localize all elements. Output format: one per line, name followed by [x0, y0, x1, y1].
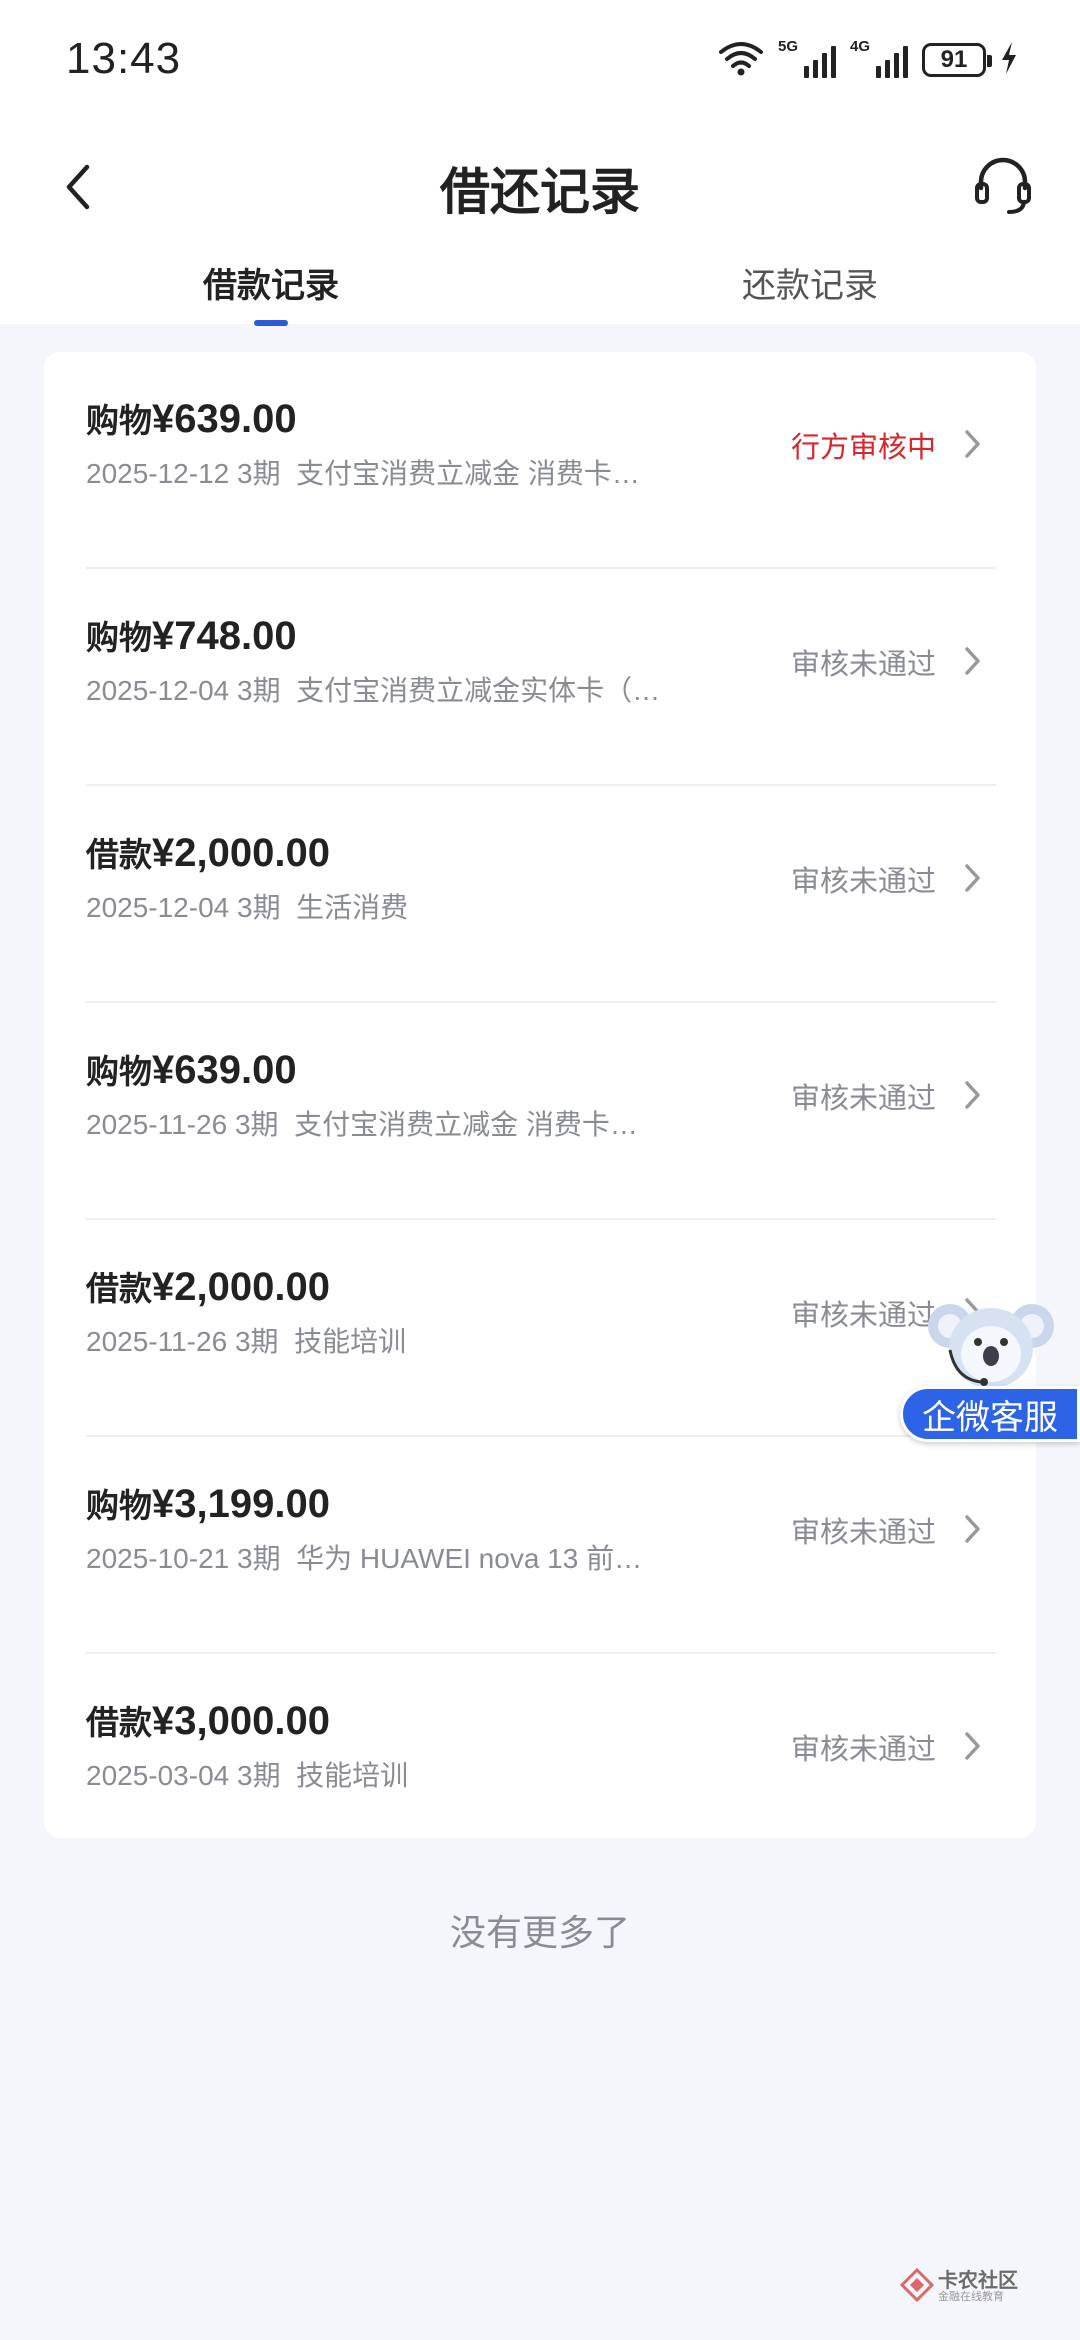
- record-amount: 购物¥639.00: [86, 1045, 297, 1093]
- record-date: 2025-11-26: [86, 1326, 228, 1357]
- record-amount: 购物¥748.00: [86, 611, 297, 659]
- record-value: ¥3,199.00: [152, 1482, 330, 1526]
- record-term: 3期: [237, 675, 281, 706]
- record-date: 2025-10-21: [86, 1543, 230, 1574]
- floating-service-widget[interactable]: 企微客服: [900, 1290, 1080, 1442]
- record-row[interactable]: 借款¥2,000.00 2025-12-04 3期 生活消费 审核未通过: [86, 786, 996, 1003]
- record-amount: 购物¥3,199.00: [86, 1479, 330, 1527]
- record-date: 2025-11-26: [86, 1109, 228, 1140]
- chevron-right-icon: [960, 641, 984, 681]
- record-amount: 借款¥2,000.00: [86, 828, 330, 876]
- record-meta: 2025-11-26 3期 技能培训: [86, 1320, 706, 1360]
- chevron-right-icon: [960, 1509, 984, 1549]
- watermark-subtitle: 金融在线教育: [938, 2291, 1004, 2303]
- chevron-right-icon: [960, 424, 984, 464]
- record-desc: 支付宝消费立减金 消费卡…: [294, 1109, 638, 1140]
- chevron-right-icon: [960, 858, 984, 898]
- record-row[interactable]: 购物¥748.00 2025-12-04 3期 支付宝消费立减金实体卡（… 审核…: [86, 569, 996, 786]
- record-desc: 华为 HUAWEI nova 13 前…: [296, 1543, 643, 1574]
- page-title: 借还记录: [440, 164, 640, 220]
- tab-bar: 借款记录 还款记录: [0, 254, 1080, 326]
- record-value: ¥748.00: [152, 614, 297, 658]
- record-list: 购物¥639.00 2025-12-12 3期 支付宝消费立减金 消费卡… 行方…: [44, 352, 1036, 1838]
- record-type: 借款: [86, 1270, 152, 1307]
- record-row[interactable]: 借款¥3,000.00 2025-03-04 3期 技能培训 审核未通过: [86, 1654, 996, 1871]
- status-icons: 5G 4G 91: [718, 38, 1018, 82]
- headset-icon: [975, 157, 1031, 214]
- record-value: ¥639.00: [152, 1048, 297, 1092]
- record-date: 2025-12-12: [86, 458, 230, 489]
- record-row[interactable]: 借款¥2,000.00 2025-11-26 3期 技能培训 审核未通过: [86, 1220, 996, 1437]
- record-status: 审核未通过: [790, 866, 936, 898]
- record-status: 审核未通过: [790, 1517, 936, 1549]
- record-status: 审核未通过: [790, 1083, 936, 1115]
- tab-repay-records[interactable]: 还款记录: [660, 258, 960, 307]
- record-meta: 2025-10-21 3期 华为 HUAWEI nova 13 前…: [86, 1537, 706, 1577]
- wifi-icon: [718, 40, 764, 81]
- record-value: ¥2,000.00: [152, 831, 330, 875]
- record-type: 购物: [86, 402, 152, 439]
- status-time: 13:43: [66, 34, 182, 83]
- record-type: 借款: [86, 836, 152, 873]
- record-desc: 技能培训: [294, 1326, 407, 1357]
- customer-service-button[interactable]: [966, 148, 1040, 222]
- tab-borrow-records[interactable]: 借款记录: [121, 258, 421, 307]
- charging-icon: [1000, 41, 1018, 80]
- record-amount: 借款¥2,000.00: [86, 1262, 330, 1310]
- no-more-text: 没有更多了: [449, 1912, 630, 1953]
- record-term: 3期: [234, 1326, 279, 1357]
- record-desc: 支付宝消费立减金实体卡（…: [296, 675, 661, 706]
- record-term: 3期: [237, 458, 281, 489]
- record-status: 审核未通过: [790, 649, 936, 681]
- record-row[interactable]: 购物¥639.00 2025-11-26 3期 支付宝消费立减金 消费卡… 审核…: [86, 1003, 996, 1220]
- record-status: 审核未通过: [790, 1734, 936, 1766]
- record-term: 3期: [237, 1543, 281, 1574]
- record-row[interactable]: 购物¥3,199.00 2025-10-21 3期 华为 HUAWEI nova…: [86, 1437, 996, 1654]
- record-desc: 支付宝消费立减金 消费卡…: [296, 458, 640, 489]
- record-type: 借款: [86, 1704, 152, 1741]
- record-meta: 2025-03-04 3期 技能培训: [86, 1754, 706, 1794]
- record-term: 3期: [237, 892, 281, 923]
- battery-icon: 91: [922, 43, 992, 77]
- record-meta: 2025-12-04 3期 生活消费: [86, 886, 706, 926]
- chevron-right-icon: [960, 1726, 984, 1766]
- record-row[interactable]: 购物¥639.00 2025-12-12 3期 支付宝消费立减金 消费卡… 行方…: [86, 352, 996, 569]
- record-amount: 借款¥3,000.00: [86, 1696, 330, 1744]
- record-meta: 2025-11-26 3期 支付宝消费立减金 消费卡…: [86, 1103, 706, 1143]
- record-value: ¥3,000.00: [152, 1699, 330, 1743]
- record-type: 购物: [86, 1487, 152, 1524]
- record-meta: 2025-12-12 3期 支付宝消费立减金 消费卡…: [86, 452, 706, 492]
- record-term: 3期: [234, 1109, 279, 1140]
- signal-4g-icon: 4G: [850, 38, 908, 78]
- record-term: 3期: [237, 1760, 281, 1791]
- record-meta: 2025-12-04 3期 支付宝消费立减金实体卡（…: [86, 669, 706, 709]
- chevron-right-icon: [960, 1075, 984, 1115]
- status-bar: 13:43 5G 4G 91: [0, 0, 1080, 124]
- watermark: 卡农社区 金融在线教育: [900, 2262, 1030, 2304]
- watermark-logo-icon: [900, 2268, 934, 2302]
- record-date: 2025-12-04: [86, 675, 230, 706]
- record-date: 2025-03-04: [86, 1760, 230, 1791]
- floating-service-label[interactable]: 企微客服: [900, 1386, 1080, 1442]
- battery-level: 91: [940, 46, 968, 73]
- record-type: 购物: [86, 1053, 152, 1090]
- record-status: 行方审核中: [790, 432, 936, 464]
- tab-indicator: [254, 320, 288, 326]
- record-desc: 技能培训: [296, 1760, 409, 1791]
- koala-mascot-icon: [928, 1304, 1054, 1388]
- signal-5g-icon: 5G: [778, 38, 836, 78]
- record-type: 购物: [86, 619, 152, 656]
- record-amount: 购物¥639.00: [86, 394, 297, 442]
- record-value: ¥2,000.00: [152, 1265, 330, 1309]
- record-date: 2025-12-04: [86, 892, 230, 923]
- record-value: ¥639.00: [152, 397, 297, 441]
- header: 借还记录 借款记录 还款记录: [0, 124, 1080, 326]
- record-desc: 生活消费: [296, 892, 409, 923]
